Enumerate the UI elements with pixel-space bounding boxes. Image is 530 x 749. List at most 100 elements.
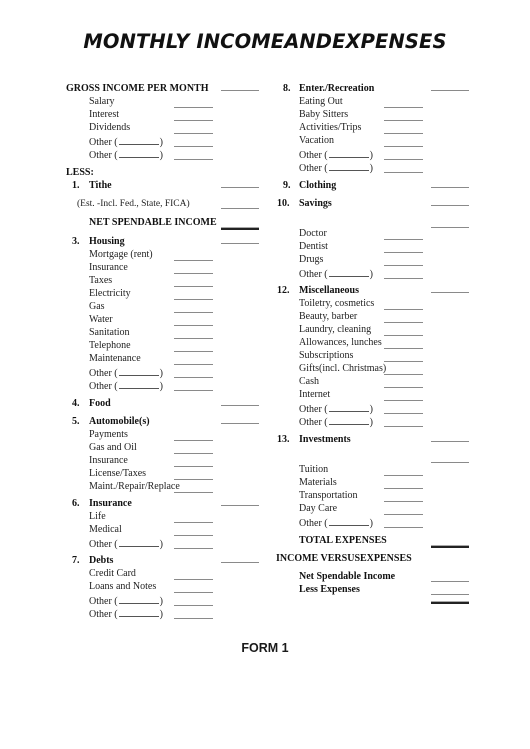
other-label: Other (	[299, 150, 328, 161]
item-label: Vacation	[299, 135, 334, 146]
amount-field[interactable]	[384, 501, 423, 502]
amount-field[interactable]	[384, 252, 423, 253]
amount-field[interactable]	[174, 548, 213, 549]
form-row-clothing: 9. Clothing	[0, 180, 530, 193]
item-label: Other ()	[299, 402, 373, 416]
form-row-savings: 10. Savings	[0, 198, 530, 211]
subtotal-amount-field[interactable]	[431, 187, 469, 188]
amount-field[interactable]	[174, 618, 213, 619]
item-label: Subscriptions	[299, 350, 354, 361]
amount-field[interactable]	[384, 387, 423, 388]
item-label: Doctor	[299, 228, 327, 239]
amount-field[interactable]	[384, 361, 423, 362]
form-row-other: Other ()	[0, 267, 530, 280]
amount-field[interactable]	[384, 265, 423, 266]
other-label: Other (	[299, 269, 328, 280]
form-row-day-care: Day Care	[0, 503, 530, 516]
amount-field[interactable]	[384, 133, 423, 134]
amount-field[interactable]	[384, 239, 423, 240]
amount-field[interactable]	[384, 146, 423, 147]
item-label: Gifts(incl. Christmas)	[299, 363, 387, 374]
category-heading: Clothing	[299, 180, 337, 191]
other-description-field[interactable]	[328, 415, 369, 425]
form-row-cash: Cash	[0, 376, 530, 389]
amount-field[interactable]	[384, 172, 423, 173]
other-label: Other (	[299, 163, 328, 174]
item-label: Other ()	[299, 148, 373, 162]
amount-field[interactable]	[384, 488, 423, 489]
total-amount-field[interactable]	[431, 601, 469, 604]
item-label: Materials	[299, 477, 337, 488]
form-row-tuition: Tuition	[0, 464, 530, 477]
item-label: Activities/Trips	[299, 122, 362, 133]
item-label: Other ()	[299, 415, 373, 429]
amount-field[interactable]	[384, 107, 423, 108]
category-heading: Miscellaneous	[299, 285, 359, 296]
category-number: 8.	[283, 83, 291, 94]
other-description-field[interactable]	[328, 148, 369, 158]
form-row-internet: Internet	[0, 389, 530, 402]
summary-label: Less Expenses	[299, 584, 360, 595]
amount-field[interactable]	[384, 374, 423, 375]
item-label: Other ()	[299, 516, 373, 530]
amount-field[interactable]	[384, 278, 423, 279]
form-row-income-versusexpenses: INCOME VERSUSEXPENSES	[0, 553, 530, 566]
form-row-activities-trips: Activities/Trips	[0, 122, 530, 135]
other-close-paren: )	[369, 417, 373, 428]
form-row-allowances-lunches: Allowances, lunches	[0, 337, 530, 350]
total-amount-field[interactable]	[431, 545, 469, 548]
form-row-other: Other ()	[0, 516, 530, 529]
subtotal-amount-field[interactable]	[431, 90, 469, 91]
form-row-enter-recreation: 8. Enter./Recreation	[0, 83, 530, 96]
item-label: Other ()	[299, 161, 373, 175]
other-label: Other (	[299, 404, 328, 415]
form-row-net-spendable-income: Net Spendable Income	[0, 571, 530, 584]
other-description-field[interactable]	[328, 402, 369, 412]
subtotal-label: TOTAL EXPENSES	[299, 535, 387, 546]
other-close-paren: )	[369, 150, 373, 161]
item-label: Drugs	[299, 254, 324, 265]
other-close-paren: )	[369, 518, 373, 529]
form-row-investments: 13. Investments	[0, 434, 530, 447]
subtotal-amount-field[interactable]	[431, 462, 469, 463]
amount-field[interactable]	[384, 413, 423, 414]
item-label: Internet	[299, 389, 331, 400]
form-row-blank	[0, 599, 530, 612]
amount-field[interactable]	[384, 426, 423, 427]
amount-field[interactable]	[384, 322, 423, 323]
subtotal-amount-field[interactable]	[431, 292, 469, 293]
amount-field[interactable]	[384, 335, 423, 336]
amount-field[interactable]	[384, 400, 423, 401]
item-label: Dentist	[299, 241, 328, 252]
form-row-gifts-incl-christmas: Gifts(incl. Christmas)	[0, 363, 530, 376]
amount-field[interactable]	[384, 120, 423, 121]
item-label: Allowances, lunches	[299, 337, 382, 348]
amount-field[interactable]	[384, 159, 423, 160]
category-number: 10.	[277, 198, 290, 209]
other-description-field[interactable]	[328, 267, 369, 277]
section-heading: INCOME VERSUSEXPENSES	[276, 553, 412, 564]
amount-field[interactable]	[384, 514, 423, 515]
form-row-other: Other ()	[0, 161, 530, 174]
item-label: Laundry, cleaning	[299, 324, 372, 335]
category-number: 13.	[277, 434, 290, 445]
form-row-toiletry-cosmetics: Toiletry, cosmetics	[0, 298, 530, 311]
amount-field[interactable]	[384, 527, 423, 528]
category-heading: Investments	[299, 434, 351, 445]
other-description-field[interactable]	[328, 161, 369, 171]
subtotal-amount-field[interactable]	[431, 581, 469, 582]
item-label: Eating Out	[299, 96, 343, 107]
category-number: 12.	[277, 285, 290, 296]
form-row-other: Other ()	[0, 402, 530, 415]
category-heading: Enter./Recreation	[299, 83, 375, 94]
amount-field[interactable]	[384, 309, 423, 310]
amount-field[interactable]	[384, 348, 423, 349]
other-close-paren: )	[369, 404, 373, 415]
subtotal-amount-field[interactable]	[431, 205, 469, 206]
form-row-doctor: Doctor	[0, 228, 530, 241]
subtotal-amount-field[interactable]	[431, 441, 469, 442]
amount-field[interactable]	[384, 475, 423, 476]
other-description-field[interactable]	[328, 516, 369, 526]
summary-label: Net Spendable Income	[299, 571, 396, 582]
subtotal-amount-field[interactable]	[431, 594, 469, 595]
